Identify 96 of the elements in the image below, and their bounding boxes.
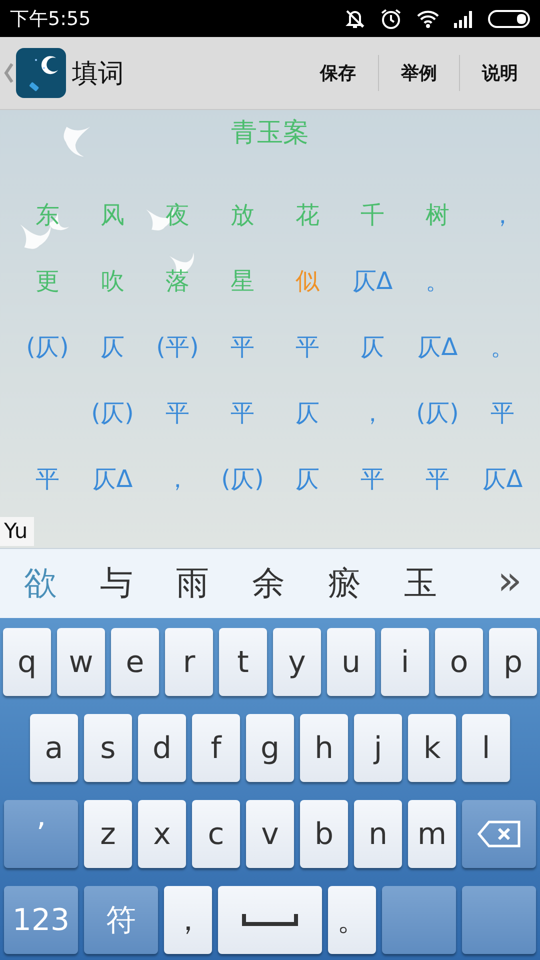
keyboard-key[interactable]: 123 bbox=[4, 886, 78, 954]
keyboard-key[interactable]: b bbox=[300, 800, 348, 868]
tone-cell[interactable]: 仄Δ bbox=[352, 265, 393, 297]
keyboard-key[interactable]: l bbox=[462, 714, 510, 782]
tone-cell[interactable]: (仄) bbox=[91, 397, 134, 429]
tone-cell[interactable]: 平 bbox=[36, 463, 60, 495]
keyboard-key[interactable]: n bbox=[354, 800, 402, 868]
tone-cell[interactable]: 夜 bbox=[166, 199, 190, 231]
keyboard-key[interactable]: 。 bbox=[328, 886, 376, 954]
keyboard-key[interactable] bbox=[462, 886, 536, 954]
tone-cell[interactable]: 更 bbox=[36, 265, 60, 297]
candidate-word[interactable]: 欲 bbox=[24, 561, 100, 606]
tone-cell[interactable]: 吹 bbox=[100, 265, 124, 297]
keyboard-key[interactable]: r bbox=[165, 628, 213, 696]
keyboard-key[interactable]: z bbox=[84, 800, 132, 868]
alarm-icon bbox=[380, 8, 402, 30]
tone-cell[interactable]: (仄) bbox=[26, 331, 69, 363]
candidate-word[interactable]: 瘀 bbox=[328, 561, 404, 606]
wifi-icon bbox=[416, 8, 440, 28]
poem-title: 青玉案 bbox=[231, 118, 309, 148]
keyboard-key[interactable]: x bbox=[138, 800, 186, 868]
keyboard-key[interactable]: q bbox=[3, 628, 51, 696]
tone-cell[interactable]: 仄Δ bbox=[482, 463, 523, 495]
tone-cell[interactable]: 仄 bbox=[296, 463, 320, 495]
app-title: 填词 bbox=[72, 58, 124, 90]
tone-cell[interactable]: (仄) bbox=[221, 463, 264, 495]
muted-bell-icon bbox=[344, 8, 366, 30]
tone-cell[interactable]: 平 bbox=[166, 397, 190, 429]
tone-cell[interactable]: 似 bbox=[296, 265, 320, 297]
tone-cell[interactable]: (平) bbox=[156, 331, 199, 363]
battery-icon bbox=[488, 10, 530, 28]
keyboard-key[interactable]: p bbox=[489, 628, 537, 696]
candidate-word[interactable]: 与 bbox=[100, 561, 176, 606]
app-icon bbox=[16, 48, 66, 98]
tone-cell[interactable]: 仄Δ bbox=[92, 463, 133, 495]
tone-cell[interactable]: (仄) bbox=[416, 397, 459, 429]
keyboard-key[interactable]: a bbox=[30, 714, 78, 782]
keyboard-key[interactable]: f bbox=[192, 714, 240, 782]
tone-cell[interactable]: ， bbox=[490, 199, 514, 231]
keyboard-key[interactable]: h bbox=[300, 714, 348, 782]
back-chevron-icon[interactable] bbox=[4, 62, 14, 84]
composing-text: Yu bbox=[0, 517, 34, 546]
keyboard-key[interactable]: ， bbox=[164, 886, 212, 954]
keyboard-key[interactable]: ’ bbox=[4, 800, 78, 868]
tone-cell[interactable]: 平 bbox=[490, 397, 514, 429]
more-candidates-button[interactable]: » bbox=[490, 558, 530, 610]
keyboard-key[interactable]: i bbox=[381, 628, 429, 696]
keyboard-key[interactable]: j bbox=[354, 714, 402, 782]
candidate-word[interactable]: 雨 bbox=[176, 561, 252, 606]
tone-cell[interactable]: 平 bbox=[296, 331, 320, 363]
tone-cell[interactable]: 仄 bbox=[296, 397, 320, 429]
keyboard-key[interactable] bbox=[382, 886, 456, 954]
space-key[interactable] bbox=[218, 886, 322, 954]
tone-cell[interactable]: 平 bbox=[426, 463, 450, 495]
keyboard-key[interactable]: 符 bbox=[84, 886, 158, 954]
tone-cell[interactable]: ， bbox=[166, 463, 190, 495]
keyboard-key[interactable]: t bbox=[219, 628, 267, 696]
tone-cell[interactable]: 放 bbox=[230, 199, 254, 231]
toolbar-action[interactable]: 说明 bbox=[460, 55, 540, 91]
toolbar-action[interactable]: 举例 bbox=[379, 55, 459, 91]
tone-cell[interactable]: 仄Δ bbox=[417, 331, 458, 363]
tone-cell[interactable]: 仄 bbox=[100, 331, 124, 363]
keyboard-key[interactable]: g bbox=[246, 714, 294, 782]
tone-cell[interactable]: 。 bbox=[426, 265, 450, 297]
keyboard-key[interactable]: m bbox=[408, 800, 456, 868]
tone-cell[interactable]: 东 bbox=[36, 199, 60, 231]
tone-cell[interactable]: 平 bbox=[360, 463, 384, 495]
keyboard-key[interactable]: e bbox=[111, 628, 159, 696]
keyboard-key[interactable]: y bbox=[273, 628, 321, 696]
keyboard-key[interactable]: v bbox=[246, 800, 294, 868]
keyboard-key[interactable]: s bbox=[84, 714, 132, 782]
candidate-word[interactable]: 余 bbox=[252, 561, 328, 606]
keyboard-key[interactable]: w bbox=[57, 628, 105, 696]
keyboard-key[interactable]: u bbox=[327, 628, 375, 696]
tone-cell[interactable]: 仄 bbox=[360, 331, 384, 363]
keyboard-key[interactable]: c bbox=[192, 800, 240, 868]
keyboard-key[interactable]: d bbox=[138, 714, 186, 782]
keyboard-key[interactable]: o bbox=[435, 628, 483, 696]
signal-icon bbox=[454, 10, 474, 28]
tone-cell[interactable]: ， bbox=[360, 397, 384, 429]
toolbar-action[interactable]: 保存 bbox=[298, 55, 378, 91]
tone-cell[interactable]: 平 bbox=[230, 397, 254, 429]
keyboard-key[interactable]: k bbox=[408, 714, 456, 782]
tone-cell[interactable]: 花 bbox=[296, 199, 320, 231]
tone-cell[interactable]: 星 bbox=[230, 265, 254, 297]
tone-cell[interactable]: 平 bbox=[230, 331, 254, 363]
candidate-word[interactable]: 玉 bbox=[404, 561, 480, 606]
tone-cell[interactable]: 风 bbox=[100, 199, 124, 231]
backspace-key[interactable] bbox=[462, 800, 536, 868]
tone-cell[interactable]: 落 bbox=[166, 265, 190, 297]
backspace-icon bbox=[477, 820, 521, 848]
tone-cell[interactable]: 。 bbox=[490, 331, 514, 363]
status-time: 下午5:55 bbox=[10, 6, 91, 32]
tone-cell[interactable]: 树 bbox=[426, 199, 450, 231]
tone-cell[interactable]: 千 bbox=[360, 199, 384, 231]
space-bar-icon bbox=[242, 914, 298, 926]
